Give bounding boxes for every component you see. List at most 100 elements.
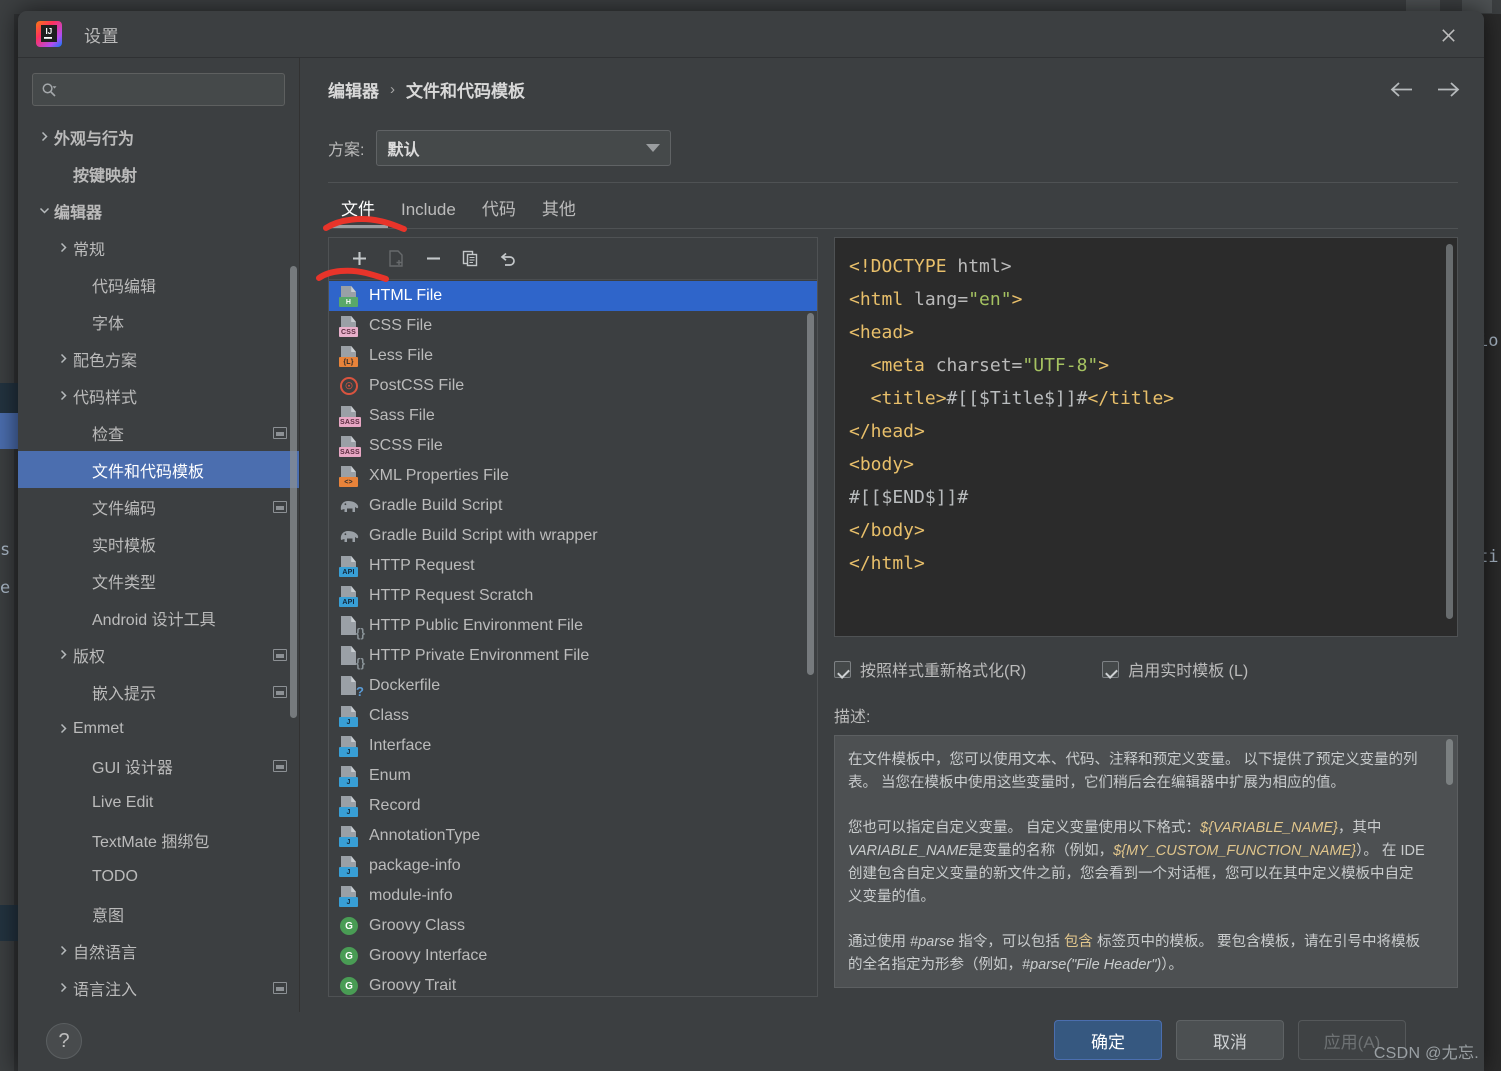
sidebar-item-17[interactable]: GUI 设计器 [18, 747, 299, 784]
template-list-item-19[interactable]: Jpackage-info [329, 851, 817, 881]
template-list-item-11[interactable]: {} HTTP Public Environment File [329, 611, 817, 641]
sidebar-item-11[interactable]: 实时模板 [18, 525, 299, 562]
tab-1[interactable]: Include [388, 200, 469, 229]
tab-0[interactable]: 文件 [328, 195, 388, 229]
template-list-item-16[interactable]: J Enum [329, 761, 817, 791]
template-list-item-9[interactable]: API HTTP Request [329, 551, 817, 581]
search-input[interactable] [61, 81, 276, 98]
chevron-right-icon[interactable] [53, 982, 73, 993]
sidebar-item-6[interactable]: 配色方案 [18, 340, 299, 377]
sidebar-item-label: 文件编码 [92, 500, 157, 518]
template-list-item-20[interactable]: Jmodule-info [329, 881, 817, 911]
template-list-item-14[interactable]: J Class [329, 701, 817, 731]
sidebar-item-12[interactable]: 文件类型 [18, 562, 299, 599]
chevron-right-icon[interactable] [53, 945, 73, 956]
sidebar-item-18[interactable]: Live Edit [18, 784, 299, 821]
help-button[interactable]: ? [46, 1023, 82, 1059]
sidebar-item-label: 版权 [73, 648, 106, 666]
http-request-icon: API [337, 555, 363, 577]
template-name: Groovy Trait [369, 977, 457, 994]
template-list-item-5[interactable]: SASS SCSS File [329, 431, 817, 461]
template-name: Interface [369, 737, 432, 754]
sidebar-item-9[interactable]: 文件和代码模板 [18, 451, 299, 488]
duplicate-template-button[interactable] [454, 244, 486, 274]
navigation-arrows [1388, 77, 1462, 101]
description-scrollbar-thumb[interactable] [1446, 739, 1453, 785]
sidebar-item-0[interactable]: 外观与行为 [18, 118, 299, 155]
sidebar-item-7[interactable]: 代码样式 [18, 377, 299, 414]
chevron-right-icon[interactable] [53, 353, 73, 364]
sidebar-item-1[interactable]: 按键映射 [18, 155, 299, 192]
background-code-fragment: e [0, 578, 11, 598]
template-list-item-6[interactable]: <> XML Properties File [329, 461, 817, 491]
reformat-checkbox-box[interactable] [834, 660, 851, 678]
sidebar-item-10[interactable]: 文件编码 [18, 488, 299, 525]
template-list-item-21[interactable]: G Groovy Class [329, 911, 817, 941]
live-template-checkbox[interactable]: 启用实时模板 (L) [1102, 657, 1248, 681]
breadcrumb: 编辑器 › 文件和代码模板 [300, 58, 1484, 120]
remove-template-button[interactable] [417, 244, 449, 274]
chevron-right-icon[interactable] [53, 390, 73, 401]
chevron-right-icon[interactable] [53, 649, 73, 660]
close-icon[interactable] [1428, 20, 1468, 50]
template-name: Enum [369, 767, 411, 784]
sidebar-item-label: Android 设计工具 [92, 611, 216, 629]
template-list-item-15[interactable]: J Interface [329, 731, 817, 761]
template-list-item-10[interactable]: API HTTP Request Scratch [329, 581, 817, 611]
arrow-right-icon[interactable] [1436, 77, 1462, 101]
live-template-checkbox-box[interactable] [1102, 660, 1120, 678]
sidebar-item-13[interactable]: Android 设计工具 [18, 599, 299, 636]
sidebar-item-22[interactable]: 自然语言 [18, 932, 299, 969]
code-editor-scrollbar-thumb[interactable] [1446, 244, 1453, 619]
template-code-editor[interactable]: <!DOCTYPE html> <html lang="en"> <head> <m… [834, 237, 1458, 637]
template-list-item-13[interactable]: ? Dockerfile [329, 671, 817, 701]
template-list-item-23[interactable]: G Groovy Trait [329, 971, 817, 996]
reset-template-button[interactable] [491, 244, 523, 274]
tab-3[interactable]: 其他 [529, 195, 589, 229]
template-list-item-18[interactable]: J AnnotationType [329, 821, 817, 851]
template-list-item-4[interactable]: SASS Sass File [329, 401, 817, 431]
sidebar-item-15[interactable]: 嵌入提示 [18, 673, 299, 710]
sidebar-item-8[interactable]: 检查 [18, 414, 299, 451]
template-list-item-8[interactable]: Gradle Build Script with wrapper [329, 521, 817, 551]
sidebar-scrollbar-thumb[interactable] [290, 266, 297, 718]
sidebar-item-5[interactable]: 字体 [18, 303, 299, 340]
settings-sidebar: 外观与行为 按键映射 编辑器 常规 代码编辑 字体 配色方案 代码样式 检查 文件和代码模板文件编… [18, 58, 300, 1012]
scheme-select[interactable]: 默认 [376, 130, 672, 166]
template-list-item-7[interactable]: Gradle Build Script [329, 491, 817, 521]
cancel-button[interactable]: 取消 [1176, 1020, 1284, 1060]
template-list-item-12[interactable]: {} HTTP Private Environment File [329, 641, 817, 671]
sidebar-item-16[interactable]: Emmet [18, 710, 299, 747]
groovy-trait-icon: G [337, 975, 363, 996]
apply-button: 应用(A) [1298, 1020, 1406, 1060]
template-list-item-22[interactable]: G Groovy Interface [329, 941, 817, 971]
sidebar-item-3[interactable]: 常规 [18, 229, 299, 266]
description-box: 在文件模板中，您可以使用文本、代码、注释和预定义变量。 以下提供了预定义变量的列… [834, 735, 1458, 988]
ok-button[interactable]: 确定 [1054, 1020, 1162, 1060]
reformat-checkbox[interactable]: 按照样式重新格式化(R) [834, 657, 1026, 681]
add-template-button[interactable] [343, 244, 375, 274]
template-list-item-1[interactable]: CSS CSS File [329, 311, 817, 341]
sidebar-item-4[interactable]: 代码编辑 [18, 266, 299, 303]
sidebar-item-21[interactable]: 意图 [18, 895, 299, 932]
template-list[interactable]: H HTML File CSS CSS File {L} Less File ☉ PostCS… [329, 281, 817, 996]
template-list-item-17[interactable]: J Record [329, 791, 817, 821]
search-box[interactable] [32, 73, 285, 106]
sidebar-item-19[interactable]: TextMate 捆绑包 [18, 821, 299, 858]
tab-2[interactable]: 代码 [469, 195, 529, 229]
sidebar-item-2[interactable]: 编辑器 [18, 192, 299, 229]
chevron-right-icon[interactable] [34, 131, 54, 142]
chevron-down-icon[interactable] [34, 205, 54, 216]
arrow-left-icon[interactable] [1388, 77, 1414, 101]
template-list-scrollbar-thumb[interactable] [807, 313, 814, 675]
chevron-right-icon[interactable] [53, 242, 73, 253]
sidebar-item-20[interactable]: TODO [18, 858, 299, 895]
template-list-item-3[interactable]: ☉ PostCSS File [329, 371, 817, 401]
sidebar-item-23[interactable]: 语言注入 [18, 969, 299, 1006]
code-line: </body> [849, 514, 1443, 547]
template-list-item-2[interactable]: {L} Less File [329, 341, 817, 371]
chevron-right-icon[interactable] [53, 723, 73, 734]
sidebar-item-14[interactable]: 版权 [18, 636, 299, 673]
breadcrumb-parent[interactable]: 编辑器 [328, 77, 379, 102]
template-list-item-0[interactable]: H HTML File [329, 281, 817, 311]
